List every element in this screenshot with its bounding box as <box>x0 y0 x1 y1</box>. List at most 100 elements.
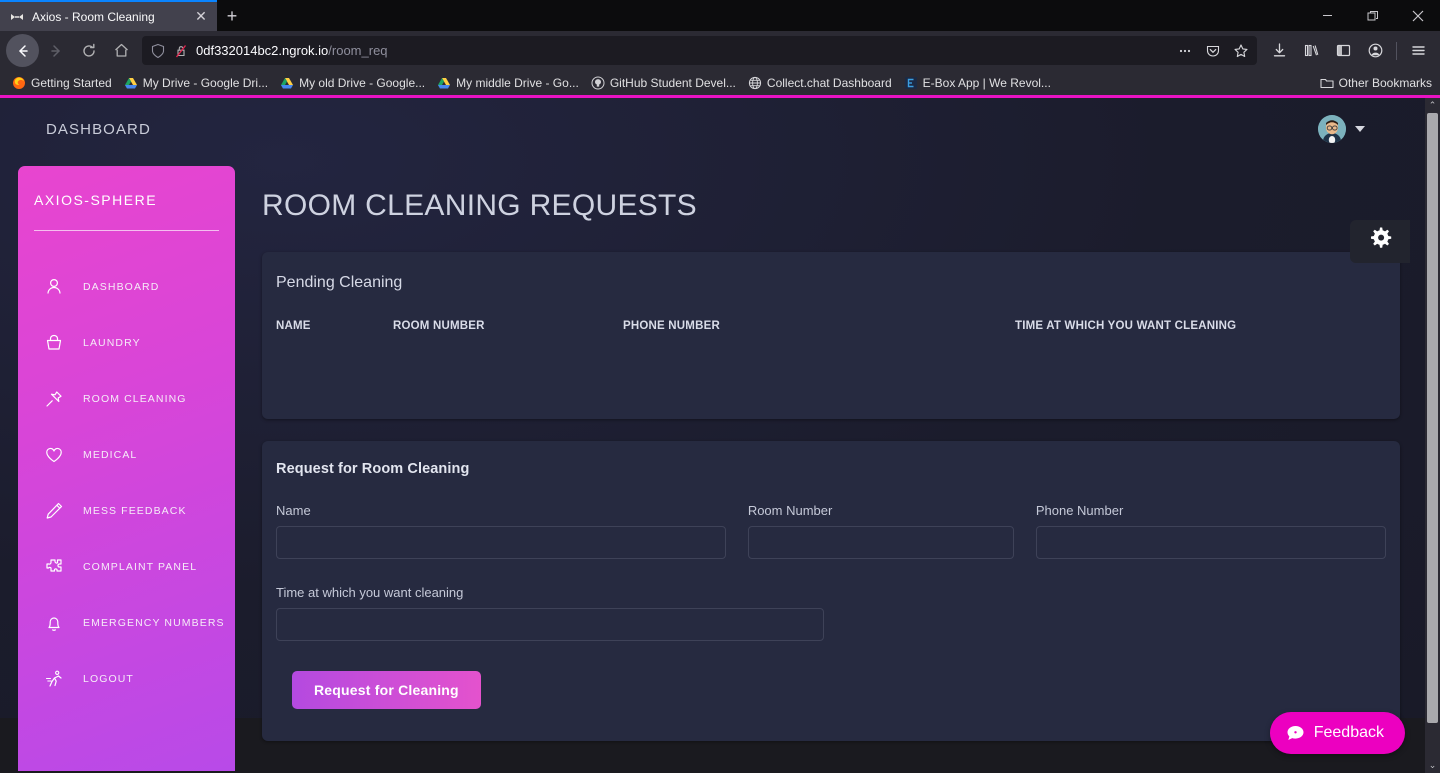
scrollbar-thumb[interactable] <box>1427 113 1438 723</box>
account-icon[interactable] <box>1359 35 1391 67</box>
sidebar-item-label: DASHBOARD <box>83 281 160 293</box>
chevron-down-icon[interactable] <box>1355 126 1365 132</box>
request-for-cleaning-button[interactable]: Request for Cleaning <box>292 671 481 709</box>
bookmark-label: My Drive - Google Dri... <box>142 75 269 90</box>
column-header-room-number: ROOM NUMBER <box>393 320 485 332</box>
reload-button[interactable] <box>72 34 105 67</box>
menu-icon[interactable] <box>1402 35 1434 67</box>
sidebar-nav: DASHBOARD LAUNDRY ROOM CLEANING MEDICAL … <box>18 259 235 707</box>
column-header-phone-number: PHONE NUMBER <box>623 320 720 332</box>
lock-broken-icon[interactable] <box>173 43 189 59</box>
firefox-icon <box>12 76 26 90</box>
bookmark-my-middle-drive[interactable]: My middle Drive - Go... <box>431 73 585 93</box>
bookmark-ebox-app[interactable]: E-Box App | We Revol... <box>898 73 1057 93</box>
sidebar-item-label: EMERGENCY NUMBERS <box>83 617 225 629</box>
address-bar-icons <box>1172 38 1254 63</box>
page-scrollbar[interactable]: ⌃ ⌄ <box>1425 98 1440 773</box>
pending-cleaning-card: Pending Cleaning NAME ROOM NUMBER PHONE … <box>262 252 1400 419</box>
avatar[interactable] <box>1318 115 1346 143</box>
gear-icon[interactable] <box>1367 226 1393 257</box>
bookmark-github-student[interactable]: GitHub Student Devel... <box>585 73 742 93</box>
home-button[interactable] <box>105 34 138 67</box>
phone-number-label: Phone Number <box>1035 503 1124 518</box>
time-label: Time at which you want cleaning <box>276 585 464 600</box>
more-icon[interactable] <box>1172 38 1198 63</box>
browser-toolbar-right <box>1263 35 1434 67</box>
axios-favicon <box>9 9 25 25</box>
bookmark-label: Collect.chat Dashboard <box>766 75 892 90</box>
page-title: ROOM CLEANING REQUESTS <box>262 189 697 222</box>
bookmark-label: GitHub Student Devel... <box>609 75 736 90</box>
sidebar-item-complaint-panel[interactable]: COMPLAINT PANEL <box>18 539 235 595</box>
bookmarks-bar: Getting Started My Drive - Google Dri...… <box>0 70 1440 95</box>
feedback-label: Feedback <box>1313 724 1384 741</box>
other-bookmarks-label: Other Bookmarks <box>1338 75 1432 90</box>
basket-icon <box>43 332 65 354</box>
browser-tab[interactable]: Axios - Room Cleaning ✕ <box>0 0 217 31</box>
user-menu[interactable] <box>1318 115 1365 143</box>
name-input[interactable] <box>276 526 726 559</box>
name-label: Name <box>276 503 311 518</box>
sidebar-divider <box>34 230 219 231</box>
close-icon[interactable]: ✕ <box>191 7 211 27</box>
room-number-input[interactable] <box>747 526 1014 559</box>
sidebar-item-label: LAUNDRY <box>83 337 141 349</box>
url-text: 0df332014bc2.ngrok.io/room_req <box>196 43 388 58</box>
maximize-icon[interactable] <box>1350 0 1395 31</box>
forward-button[interactable] <box>39 34 72 67</box>
sidebar-item-label: MESS FEEDBACK <box>83 505 187 517</box>
main-content: ROOM CLEANING REQUESTS Pending Cleaning … <box>248 166 1410 741</box>
sidebar-item-label: LOGOUT <box>83 673 134 685</box>
scroll-up-arrow[interactable]: ⌃ <box>1425 98 1440 113</box>
feedback-button[interactable]: Feedback <box>1269 712 1405 754</box>
ebox-icon <box>904 76 918 90</box>
bookmark-collect-chat[interactable]: Collect.chat Dashboard <box>742 73 898 93</box>
time-input[interactable] <box>276 608 824 641</box>
url-domain: 0df332014bc2.ngrok.io <box>196 43 329 58</box>
downloads-icon[interactable] <box>1263 35 1295 67</box>
sidebar-item-mess-feedback[interactable]: MESS FEEDBACK <box>18 483 235 539</box>
minimize-icon[interactable] <box>1305 0 1350 31</box>
pending-cleaning-table: NAME ROOM NUMBER PHONE NUMBER TIME AT WH… <box>262 320 1400 332</box>
library-icon[interactable] <box>1295 35 1327 67</box>
sidebar-item-medical[interactable]: MEDICAL <box>18 427 235 483</box>
tab-title: Axios - Room Cleaning <box>32 9 155 24</box>
bookmark-label: E-Box App | We Revol... <box>922 75 1051 90</box>
browser-window: Axios - Room Cleaning ✕ + 0df332014bc2.n… <box>0 0 1440 773</box>
back-button[interactable] <box>6 34 39 67</box>
sidebar-item-logout[interactable]: LOGOUT <box>18 651 235 707</box>
bookmark-my-drive[interactable]: My Drive - Google Dri... <box>118 73 274 93</box>
bookmark-star-icon[interactable] <box>1228 38 1254 63</box>
sidebar-item-dashboard[interactable]: DASHBOARD <box>18 259 235 315</box>
sidebar-item-laundry[interactable]: LAUNDRY <box>18 315 235 371</box>
url-path: /room_req <box>328 43 388 58</box>
close-window-icon[interactable] <box>1395 0 1440 31</box>
sidebar-item-room-cleaning[interactable]: ROOM CLEANING <box>18 371 235 427</box>
gdrive-icon <box>280 76 294 90</box>
globe-icon <box>748 76 762 90</box>
sidebar-item-emergency-numbers[interactable]: EMERGENCY NUMBERS <box>18 595 235 651</box>
table-header-row: NAME ROOM NUMBER PHONE NUMBER TIME AT WH… <box>262 320 1400 332</box>
column-header-name: NAME <box>276 320 311 332</box>
form-title: Request for Room Cleaning <box>276 461 470 477</box>
pocket-icon[interactable] <box>1200 38 1226 63</box>
phone-number-input[interactable] <box>1035 526 1386 559</box>
page-viewport: DASHBOARD AXIOS-SPHERE DASHBOARD LAUNDRY… <box>0 98 1440 773</box>
request-form-card: Request for Room Cleaning Name Room Numb… <box>262 441 1400 741</box>
shield-icon[interactable] <box>150 43 166 59</box>
sidebar-icon[interactable] <box>1327 35 1359 67</box>
pending-cleaning-heading: Pending Cleaning <box>276 274 403 291</box>
sidebar-item-label: MEDICAL <box>83 449 138 461</box>
other-bookmarks-button[interactable]: Other Bookmarks <box>1320 76 1432 90</box>
address-bar[interactable]: 0df332014bc2.ngrok.io/room_req <box>142 36 1257 65</box>
gdrive-icon <box>437 76 451 90</box>
bell-icon <box>43 612 65 634</box>
settings-tab-button[interactable] <box>1350 220 1410 263</box>
bookmark-getting-started[interactable]: Getting Started <box>6 73 118 93</box>
form-row-time: Time at which you want cleaning <box>276 585 1386 641</box>
bookmark-my-old-drive[interactable]: My old Drive - Google... <box>274 73 431 93</box>
pin-icon <box>43 388 65 410</box>
new-tab-button[interactable]: + <box>217 2 247 31</box>
scroll-down-arrow[interactable]: ⌄ <box>1425 758 1440 773</box>
browser-titlebar: Axios - Room Cleaning ✕ + <box>0 0 1440 31</box>
